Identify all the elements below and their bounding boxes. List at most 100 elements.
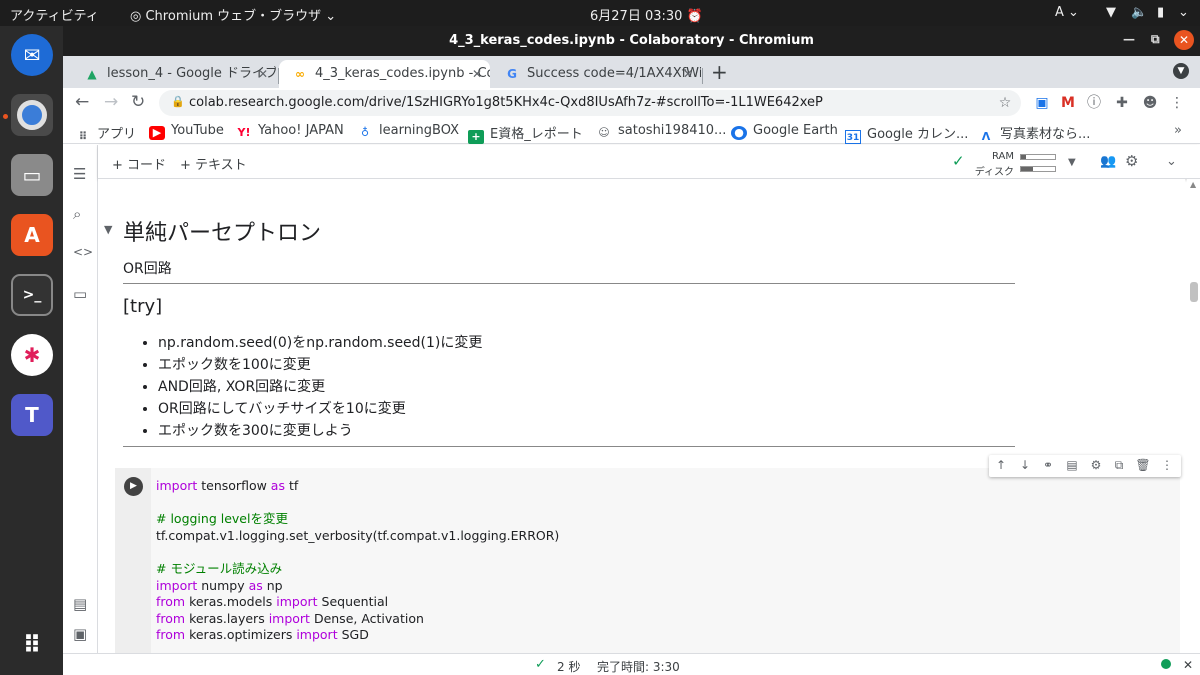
activities-button[interactable]: アクティビティ — [10, 5, 99, 24]
extensions-puzzle-icon[interactable]: ✚ — [1113, 94, 1131, 112]
new-tab-button[interactable]: + — [711, 60, 728, 84]
table-of-contents-icon[interactable]: ☰ — [73, 165, 86, 183]
terminal-icon[interactable]: ▣ — [73, 625, 87, 643]
settings-gear-icon[interactable]: ⚙ — [1125, 152, 1138, 170]
move-down-arrow-icon[interactable]: ↓ — [1017, 458, 1033, 472]
info-extension-icon[interactable]: ⓘ — [1085, 94, 1103, 112]
add-text-button[interactable]: + テキスト — [180, 154, 247, 173]
add-code-button[interactable]: + コード — [112, 154, 166, 173]
bookmark-label: satoshi198410... — [618, 123, 727, 138]
comment-icon[interactable]: ▤ — [1064, 458, 1080, 472]
google-icon: G — [507, 67, 517, 81]
link-icon[interactable]: ⚭ — [1040, 458, 1056, 472]
files-icon[interactable]: ▭ — [11, 154, 53, 196]
bookmark-learningbox[interactable]: ♁ learningBOX — [357, 123, 459, 140]
code-token: keras.models — [185, 594, 277, 610]
connected-check-icon: ✓ — [952, 152, 965, 170]
running-indicator — [3, 114, 8, 119]
command-palette-icon[interactable]: ▤ — [73, 595, 87, 613]
runtime-dropdown-icon[interactable]: ▼ — [1068, 157, 1076, 168]
extension-calendar-icon[interactable]: ▣ — [1033, 94, 1051, 112]
bookmark-google-calendar[interactable]: 31 Google カレン... — [845, 123, 968, 144]
back-arrow-icon[interactable]: ← — [75, 92, 89, 112]
delete-trash-icon[interactable]: 🗑 — [1135, 458, 1151, 472]
input-method-indicator[interactable]: A ⌄ — [1055, 5, 1079, 20]
close-status-icon[interactable]: ✕ — [1183, 658, 1193, 672]
disk-bar — [1020, 166, 1056, 172]
window-title: 4_3_keras_codes.ipynb - Colaboratory - C… — [449, 33, 814, 48]
bookmark-label: learningBOX — [379, 123, 460, 138]
minimize-icon[interactable]: — — [1123, 32, 1135, 46]
more-options-icon[interactable]: ⋮ — [1159, 458, 1175, 472]
bookmark-e-report[interactable]: + E資格_レポート — [468, 123, 583, 144]
bookmark-label: アプリ — [97, 127, 137, 142]
system-menu-chevron-icon[interactable]: ⌄ — [1178, 5, 1189, 20]
thunderbird-icon[interactable]: ✉ — [11, 34, 53, 76]
close-icon[interactable]: ✕ — [472, 60, 482, 88]
divider — [123, 446, 1015, 447]
code-token: from — [156, 594, 186, 610]
bookmark-label: Google Earth — [753, 123, 838, 138]
tab-search-icon[interactable]: ▼ — [1173, 63, 1189, 79]
code-cell[interactable]: ▶ import tensorflow as tf # logging leve… — [115, 468, 1180, 653]
show-apps-icon[interactable]: ⠿ — [11, 624, 53, 666]
settings-gear-icon[interactable]: ⚙ — [1088, 458, 1104, 472]
browser-menu-icon[interactable]: ⋮ — [1168, 94, 1186, 112]
tab-google-drive[interactable]: ▲ lesson_4 - Google ドライブ ✕ — [71, 60, 276, 88]
section-subtitle: OR回路 — [123, 261, 172, 277]
colab-status-bar: ✓ 2 秒 完了時間: 3:30 ✕ — [63, 653, 1200, 675]
volume-icon[interactable]: 🔈 — [1131, 5, 1147, 20]
bookmark-star-icon[interactable]: ☆ — [996, 94, 1014, 112]
scrollbar-thumb[interactable] — [1190, 282, 1198, 302]
slack-icon[interactable]: ✱ — [11, 334, 53, 376]
reload-icon[interactable]: ↻ — [131, 92, 145, 112]
code-editor[interactable]: import tensorflow as tf # logging levelを… — [156, 478, 559, 644]
battery-icon[interactable]: ▮ — [1157, 5, 1164, 20]
forward-arrow-icon[interactable]: → — [104, 92, 118, 112]
bookmark-label: E資格_レポート — [490, 127, 583, 142]
clock[interactable]: 6月27日 03:30 ⏰ — [590, 5, 703, 24]
tab-success-code[interactable]: G Success code=4/1AX4XfWi ✕ — [491, 60, 701, 88]
bookmark-label: Yahoo! JAPAN — [258, 123, 344, 138]
search-icon[interactable]: ⌕ — [73, 205, 81, 223]
vertical-scrollbar[interactable]: ▲ — [1187, 179, 1200, 653]
bookmark-satoshi[interactable]: ☺ satoshi198410... — [596, 123, 726, 140]
software-center-icon[interactable]: A — [11, 214, 53, 256]
bookmark-youtube[interactable]: ▶ YouTube — [149, 123, 224, 140]
run-cell-button[interactable]: ▶ — [124, 477, 143, 496]
maximize-icon[interactable]: ⧉ — [1151, 32, 1160, 47]
tab-colab[interactable]: ∞ 4_3_keras_codes.ipynb - Colaboratory ✕ — [279, 60, 490, 88]
bookmark-label: 写真素材なら... — [1000, 127, 1091, 142]
address-bar[interactable]: 🔒 colab.research.google.com/drive/1SzHIG… — [159, 90, 1021, 116]
section-collapse-caret-icon[interactable]: ▼ — [104, 223, 112, 236]
share-people-icon[interactable]: 👥 — [1100, 154, 1116, 169]
bookmark-google-earth[interactable]: ● Google Earth — [731, 123, 838, 140]
collapse-chevron-icon[interactable]: ⌄ — [1166, 154, 1177, 169]
bookmark-photo-stock[interactable]: Λ 写真素材なら... — [978, 123, 1091, 144]
url-text: colab.research.google.com/drive/1SzHIGRY… — [189, 95, 823, 110]
code-token: tensorflow — [197, 478, 271, 493]
profile-avatar-icon[interactable]: ☻ — [1141, 94, 1159, 112]
close-icon[interactable]: ✕ — [683, 60, 693, 88]
bookmarks-overflow-icon[interactable]: » — [1174, 123, 1182, 138]
colab-icon: ∞ — [295, 67, 305, 81]
tab-label: lesson_4 - Google ドライブ — [107, 66, 276, 81]
code-snippets-icon[interactable]: <> — [73, 245, 93, 259]
chromium-dock-icon[interactable] — [11, 94, 53, 136]
bookmark-yahoo-japan[interactable]: Y! Yahoo! JAPAN — [236, 123, 344, 140]
app-menu[interactable]: ◎ Chromium ウェブ・ブラウザ ⌄ — [130, 5, 336, 24]
close-icon[interactable]: ✕ — [258, 60, 268, 88]
youtube-icon: ▶ — [149, 126, 165, 140]
mirror-cell-icon[interactable]: ⧉ — [1111, 458, 1127, 473]
bookmark-apps[interactable]: ⠿ アプリ — [75, 123, 136, 144]
gmail-extension-icon[interactable]: M — [1059, 94, 1077, 112]
move-up-arrow-icon[interactable]: ↑ — [993, 458, 1009, 472]
close-window-icon[interactable]: ✕ — [1174, 30, 1194, 50]
terminal-icon[interactable]: >_ — [11, 274, 53, 316]
input-method-label: A — [1055, 5, 1064, 20]
code-token: keras.optimizers — [185, 627, 297, 643]
scroll-up-arrow-icon[interactable]: ▲ — [1190, 180, 1196, 189]
wifi-icon[interactable]: ▼ — [1106, 5, 1116, 20]
teams-icon[interactable]: T — [11, 394, 53, 436]
files-folder-icon[interactable]: ▭ — [73, 285, 87, 303]
